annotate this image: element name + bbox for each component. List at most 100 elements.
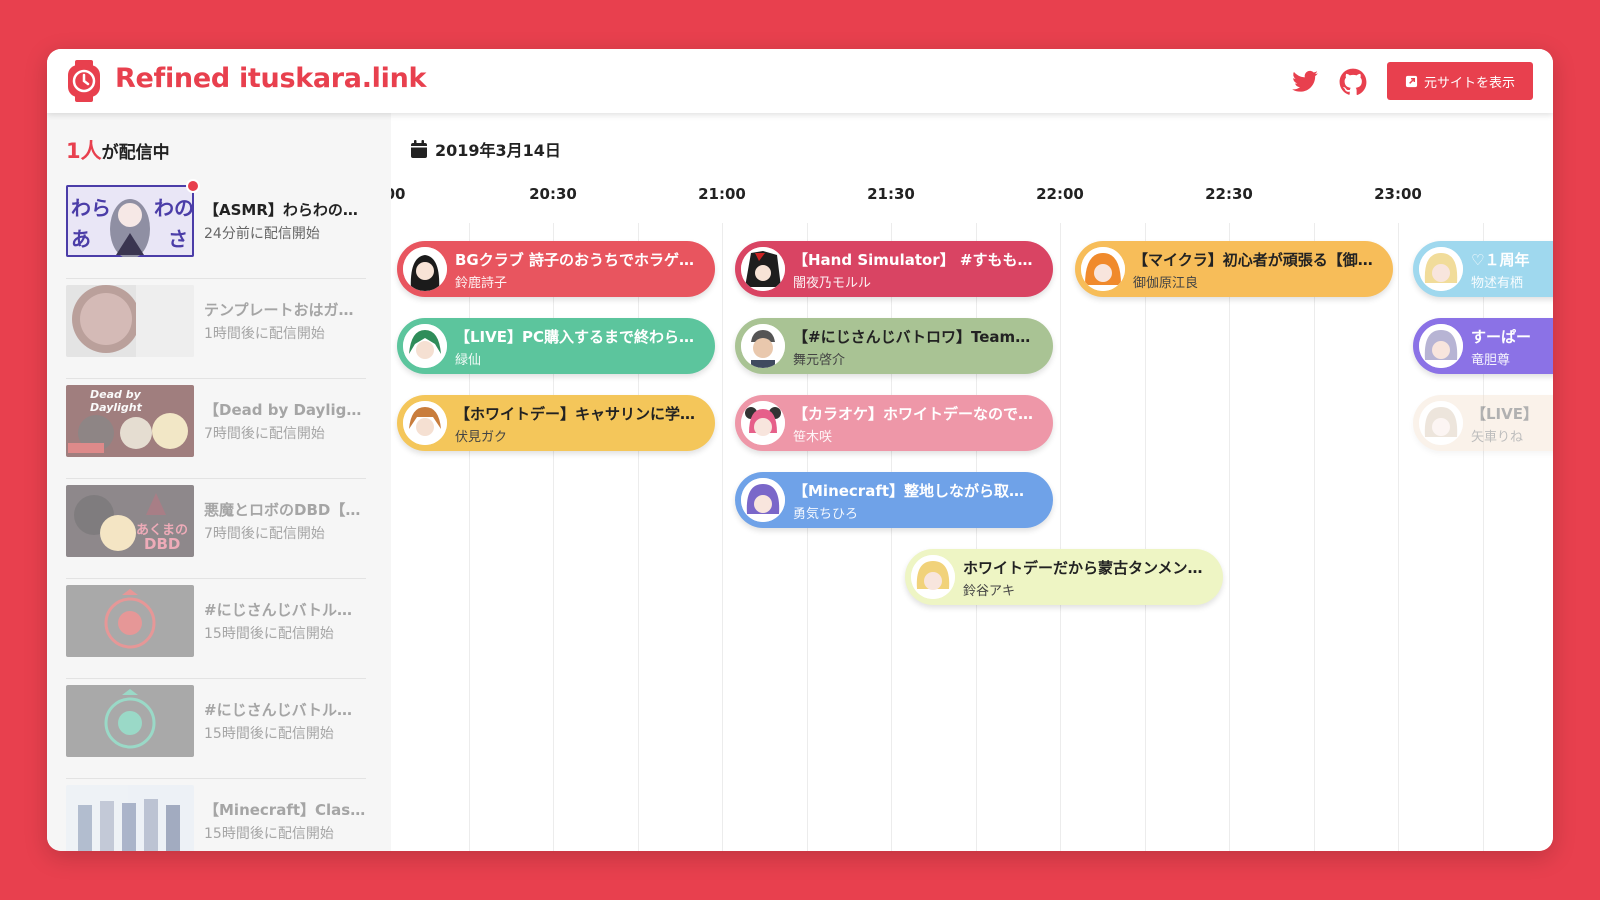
stream-time: 24分前に配信開始: [204, 226, 320, 242]
avatar: [403, 247, 447, 291]
thumb-text-dbd2: DBD: [144, 535, 181, 553]
stream-block-title: ♡１周年: [1471, 251, 1530, 269]
stream-block[interactable]: BGクラブ 詩子のおうちでホラゲ… 鈴鹿詩子: [397, 241, 715, 297]
avatar: [403, 324, 447, 368]
stream-time: 7時間後に配信開始: [204, 526, 325, 542]
view-original-site-label: 元サイトを表示: [1423, 75, 1515, 91]
stream-block[interactable]: すーぱー 竜胆尊: [1413, 318, 1553, 374]
stream-thumbnail: あくまの DBD: [66, 485, 194, 557]
calendar-icon: [411, 140, 427, 158]
stream-thumbnail: わら わの あ さ: [66, 185, 194, 257]
stream-block-title: 【マイクラ】初心者が頑張る【御…: [1133, 251, 1373, 269]
thumbnail-art: [66, 785, 194, 851]
sidebar-item[interactable]: テンプレートおはガ… 1時間後に配信開始: [66, 279, 366, 379]
avatar: [1081, 247, 1125, 291]
stream-thumbnail: Dead by Daylight: [66, 385, 194, 457]
hour-label: 23:00: [1374, 185, 1422, 203]
stream-block[interactable]: ホワイトデーだから蒙古タンメン… 鈴谷アキ: [905, 549, 1223, 605]
watch-logo-icon[interactable]: [67, 60, 101, 102]
sidebar-item-live[interactable]: わら わの あ さ 【ASMR】わらわの… 24分前に配信開始: [66, 179, 366, 279]
sidebar-item[interactable]: #にじさんじバトル… 15時間後に配信開始: [66, 679, 366, 779]
stream-title: 【ASMR】わらわの…: [204, 201, 358, 219]
hour-label: 22:00: [1036, 185, 1084, 203]
streamer-name: 勇気ちひろ: [793, 507, 859, 522]
stream-block-title: 【#にじさんじバトロワ】TeamA …: [793, 328, 1039, 346]
stream-block[interactable]: 【Hand Simulator】 #すももる … 闇夜乃モルル: [735, 241, 1053, 297]
sidebar-item[interactable]: 【Minecraft】Class… 15時間後に配信開始: [66, 779, 368, 851]
app-title[interactable]: Refined ituskara.link: [115, 63, 426, 94]
stream-block[interactable]: 【Minecraft】整地しながら取引… 勇気ちひろ: [735, 472, 1053, 528]
stream-block[interactable]: 【カラオケ】ホワイトデーなので… 笹木咲: [735, 395, 1053, 451]
date-label: 2019年3月14日: [435, 141, 561, 160]
date-header: 2019年3月14日: [411, 137, 561, 161]
thumbnail-art: [66, 585, 194, 657]
hour-label: 21:00: [698, 185, 746, 203]
thumb-text-1: わら: [71, 196, 111, 220]
streamer-name: 矢車りね: [1471, 430, 1524, 445]
avatar: [403, 401, 447, 445]
stream-block[interactable]: 【LIVE】PC購入するまで終わら… 緑仙: [397, 318, 715, 374]
stream-title: #にじさんじバトル…: [204, 601, 353, 619]
live-indicator: [186, 179, 200, 193]
stream-thumbnail: [66, 585, 194, 657]
thumb-text-3: あ: [71, 227, 91, 251]
stream-block[interactable]: 【マイクラ】初心者が頑張る【御… 御伽原江良: [1075, 241, 1393, 297]
grid-line: [1145, 223, 1146, 851]
stream-block-title: 【Hand Simulator】 #すももる …: [793, 251, 1039, 269]
stream-time: 15時間後に配信開始: [204, 726, 334, 742]
live-count-suffix: が配信中: [101, 143, 170, 163]
hour-label: 22:30: [1205, 185, 1253, 203]
stream-title: 悪魔とロボのDBD【…: [204, 501, 361, 519]
sidebar-item[interactable]: Dead by Daylight 【Dead by Daylight… 7時間後…: [66, 379, 368, 479]
streamer-name: 鈴鹿詩子: [455, 276, 508, 291]
avatar: [741, 401, 785, 445]
sidebar-item[interactable]: #にじさんじバトル… 15時間後に配信開始: [66, 579, 366, 679]
twitter-icon[interactable]: [1291, 68, 1319, 96]
grid-line: [722, 223, 723, 851]
stream-title: テンプレートおはガ…: [204, 301, 354, 319]
stream-block[interactable]: 【ホワイトデー】キャサリンに学… 伏見ガク: [397, 395, 715, 451]
timeline: 2019年3月14日 00 20:30 21:00 21:30 22:00 22…: [391, 113, 1553, 851]
stream-block[interactable]: 【LIVE】 矢車りね: [1413, 395, 1553, 451]
stream-time: 15時間後に配信開始: [204, 826, 334, 842]
stream-thumbnail: [66, 685, 194, 757]
header: Refined ituskara.link 元サイトを表示: [47, 49, 1553, 113]
sidebar-item[interactable]: あくまの DBD 悪魔とロボのDBD【… 7時間後に配信開始: [66, 479, 366, 579]
stream-block-title: 【ホワイトデー】キャサリンに学…: [455, 405, 696, 423]
avatar: [911, 555, 955, 599]
hour-label: 20:30: [529, 185, 577, 203]
stream-block-title: ホワイトデーだから蒙古タンメン…: [963, 559, 1203, 577]
streamer-name: 物述有栖: [1471, 276, 1524, 291]
avatar: [741, 478, 785, 522]
stream-block[interactable]: ♡１周年 物述有栖: [1413, 241, 1553, 297]
hour-label: 21:30: [867, 185, 915, 203]
streamer-name: 緑仙: [455, 353, 482, 368]
avatar: [741, 324, 785, 368]
stream-block-title: 【LIVE】PC購入するまで終わら…: [455, 328, 694, 346]
streamer-name: 伏見ガク: [455, 430, 508, 445]
thumb-text-2: わの: [154, 196, 194, 220]
stream-time: 15時間後に配信開始: [204, 626, 334, 642]
avatar: [1419, 324, 1463, 368]
github-icon[interactable]: [1339, 68, 1367, 96]
stream-block-title: 【カラオケ】ホワイトデーなので…: [793, 405, 1034, 423]
grid-line: [1229, 223, 1230, 851]
stream-block[interactable]: 【#にじさんじバトロワ】TeamA … 舞元啓介: [735, 318, 1053, 374]
app-window: Refined ituskara.link 元サイトを表示 1人が配信中 わら …: [47, 49, 1553, 851]
thumb-text-dbd: Dead by Daylight: [90, 388, 142, 414]
hour-label: 00: [391, 185, 406, 203]
avatar: [1419, 247, 1463, 291]
streamer-name: 鈴谷アキ: [963, 584, 1016, 599]
thumbnail-art: [66, 685, 194, 757]
stream-block-title: 【Minecraft】整地しながら取引…: [793, 482, 1039, 500]
streamer-name: 闇夜乃モルル: [793, 276, 872, 291]
view-original-site-button[interactable]: 元サイトを表示: [1387, 62, 1533, 100]
thumbnail-art: [66, 285, 194, 357]
stream-thumbnail: [66, 285, 194, 357]
stream-title: 【Minecraft】Class…: [204, 801, 368, 819]
avatar: [1419, 401, 1463, 445]
stream-thumbnail: [66, 785, 194, 851]
stream-title: #にじさんじバトル…: [204, 701, 353, 719]
streamer-name: 御伽原江良: [1133, 276, 1199, 291]
sidebar: 1人が配信中 わら わの あ さ 【ASMR】わらわの… 24分前に配信開始 テ…: [47, 113, 391, 851]
